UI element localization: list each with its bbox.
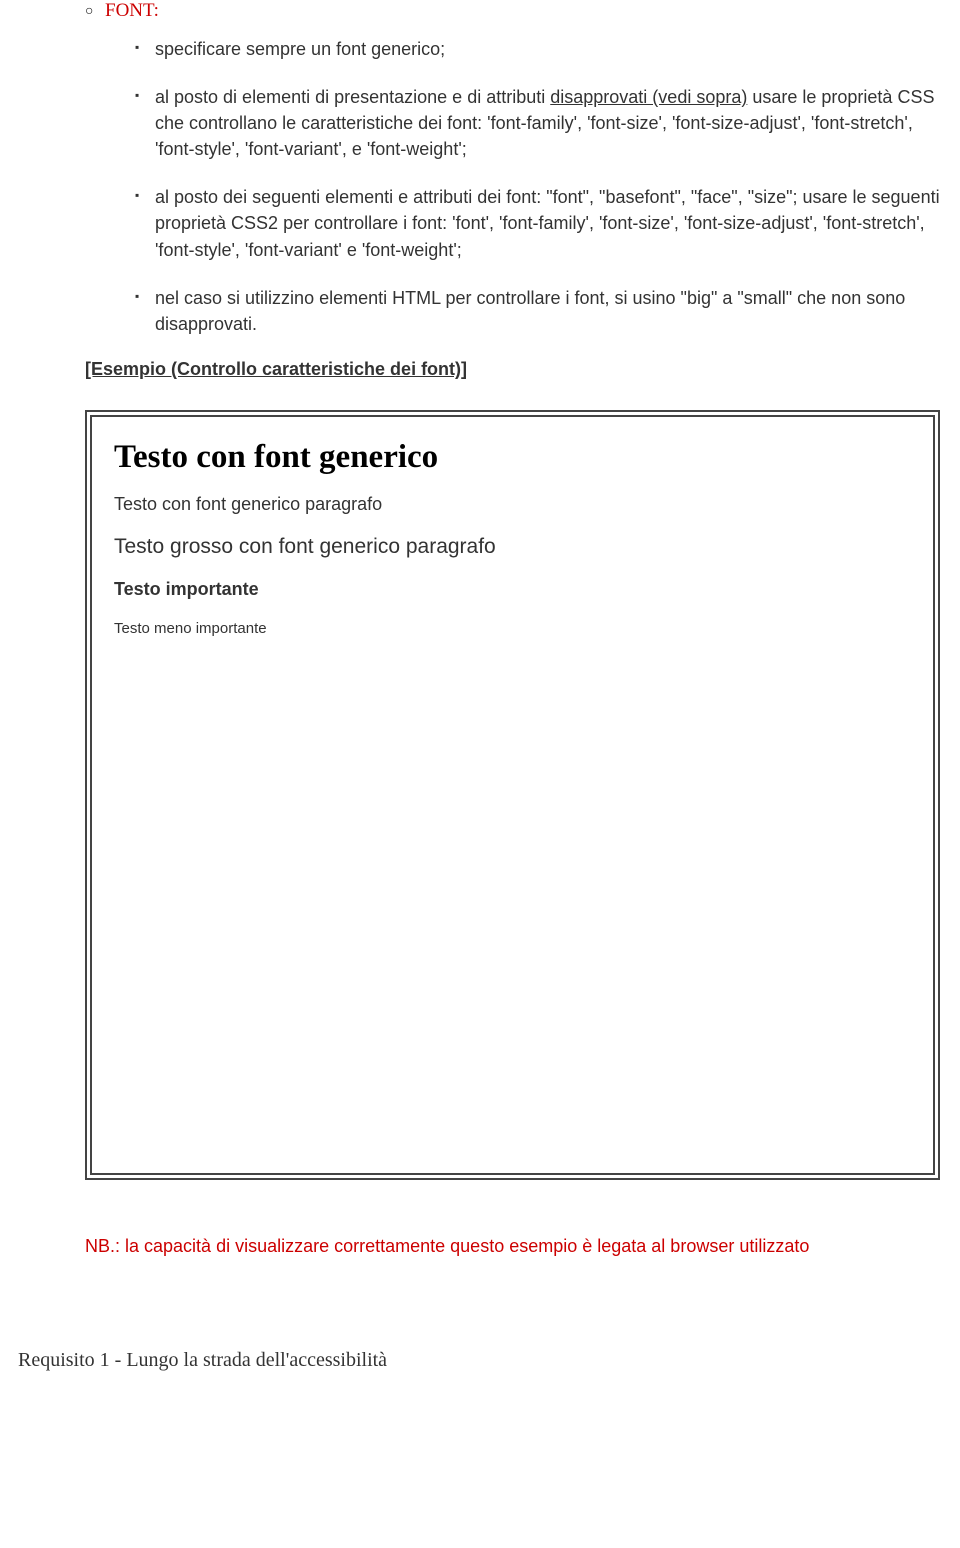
list-item: al posto di elementi di presentazione e … — [135, 84, 950, 162]
outer-list: FONT: specificare sempre un font generic… — [0, 0, 950, 337]
box-paragraph-2: Testo grosso con font generico paragrafo — [114, 535, 911, 559]
inner-list: specificare sempre un font generico; al … — [105, 36, 950, 337]
list-item: nel caso si utilizzino elementi HTML per… — [135, 285, 950, 337]
disapprovati-link[interactable]: disapprovati (vedi sopra) — [550, 87, 747, 107]
item-text: al posto dei seguenti elementi e attribu… — [155, 187, 940, 259]
list-item: al posto dei seguenti elementi e attribu… — [135, 184, 950, 262]
box-paragraph-4: Testo meno importante — [114, 620, 911, 637]
box-paragraph-1: Testo con font generico paragrafo — [114, 494, 911, 515]
box-paragraph-3: Testo importante — [114, 579, 911, 600]
item-text: nel caso si utilizzino elementi HTML per… — [155, 288, 905, 334]
page-footer: Requisito 1 - Lungo la strada dell'acces… — [18, 1349, 950, 1372]
example-box: Testo con font generico Testo con font g… — [85, 410, 940, 1180]
item-text-pre: al posto di elementi di presentazione e … — [155, 87, 550, 107]
box-title: Testo con font generico — [114, 439, 911, 476]
nb-note: NB.: la capacità di visualizzare corrett… — [85, 1234, 930, 1259]
esempio-link[interactable]: [Esempio (Controllo caratteristiche dei … — [85, 359, 950, 380]
item-text: specificare sempre un font generico; — [155, 39, 445, 59]
font-label: FONT: — [105, 0, 159, 21]
font-section: FONT: specificare sempre un font generic… — [85, 0, 950, 337]
list-item: specificare sempre un font generico; — [135, 36, 950, 62]
